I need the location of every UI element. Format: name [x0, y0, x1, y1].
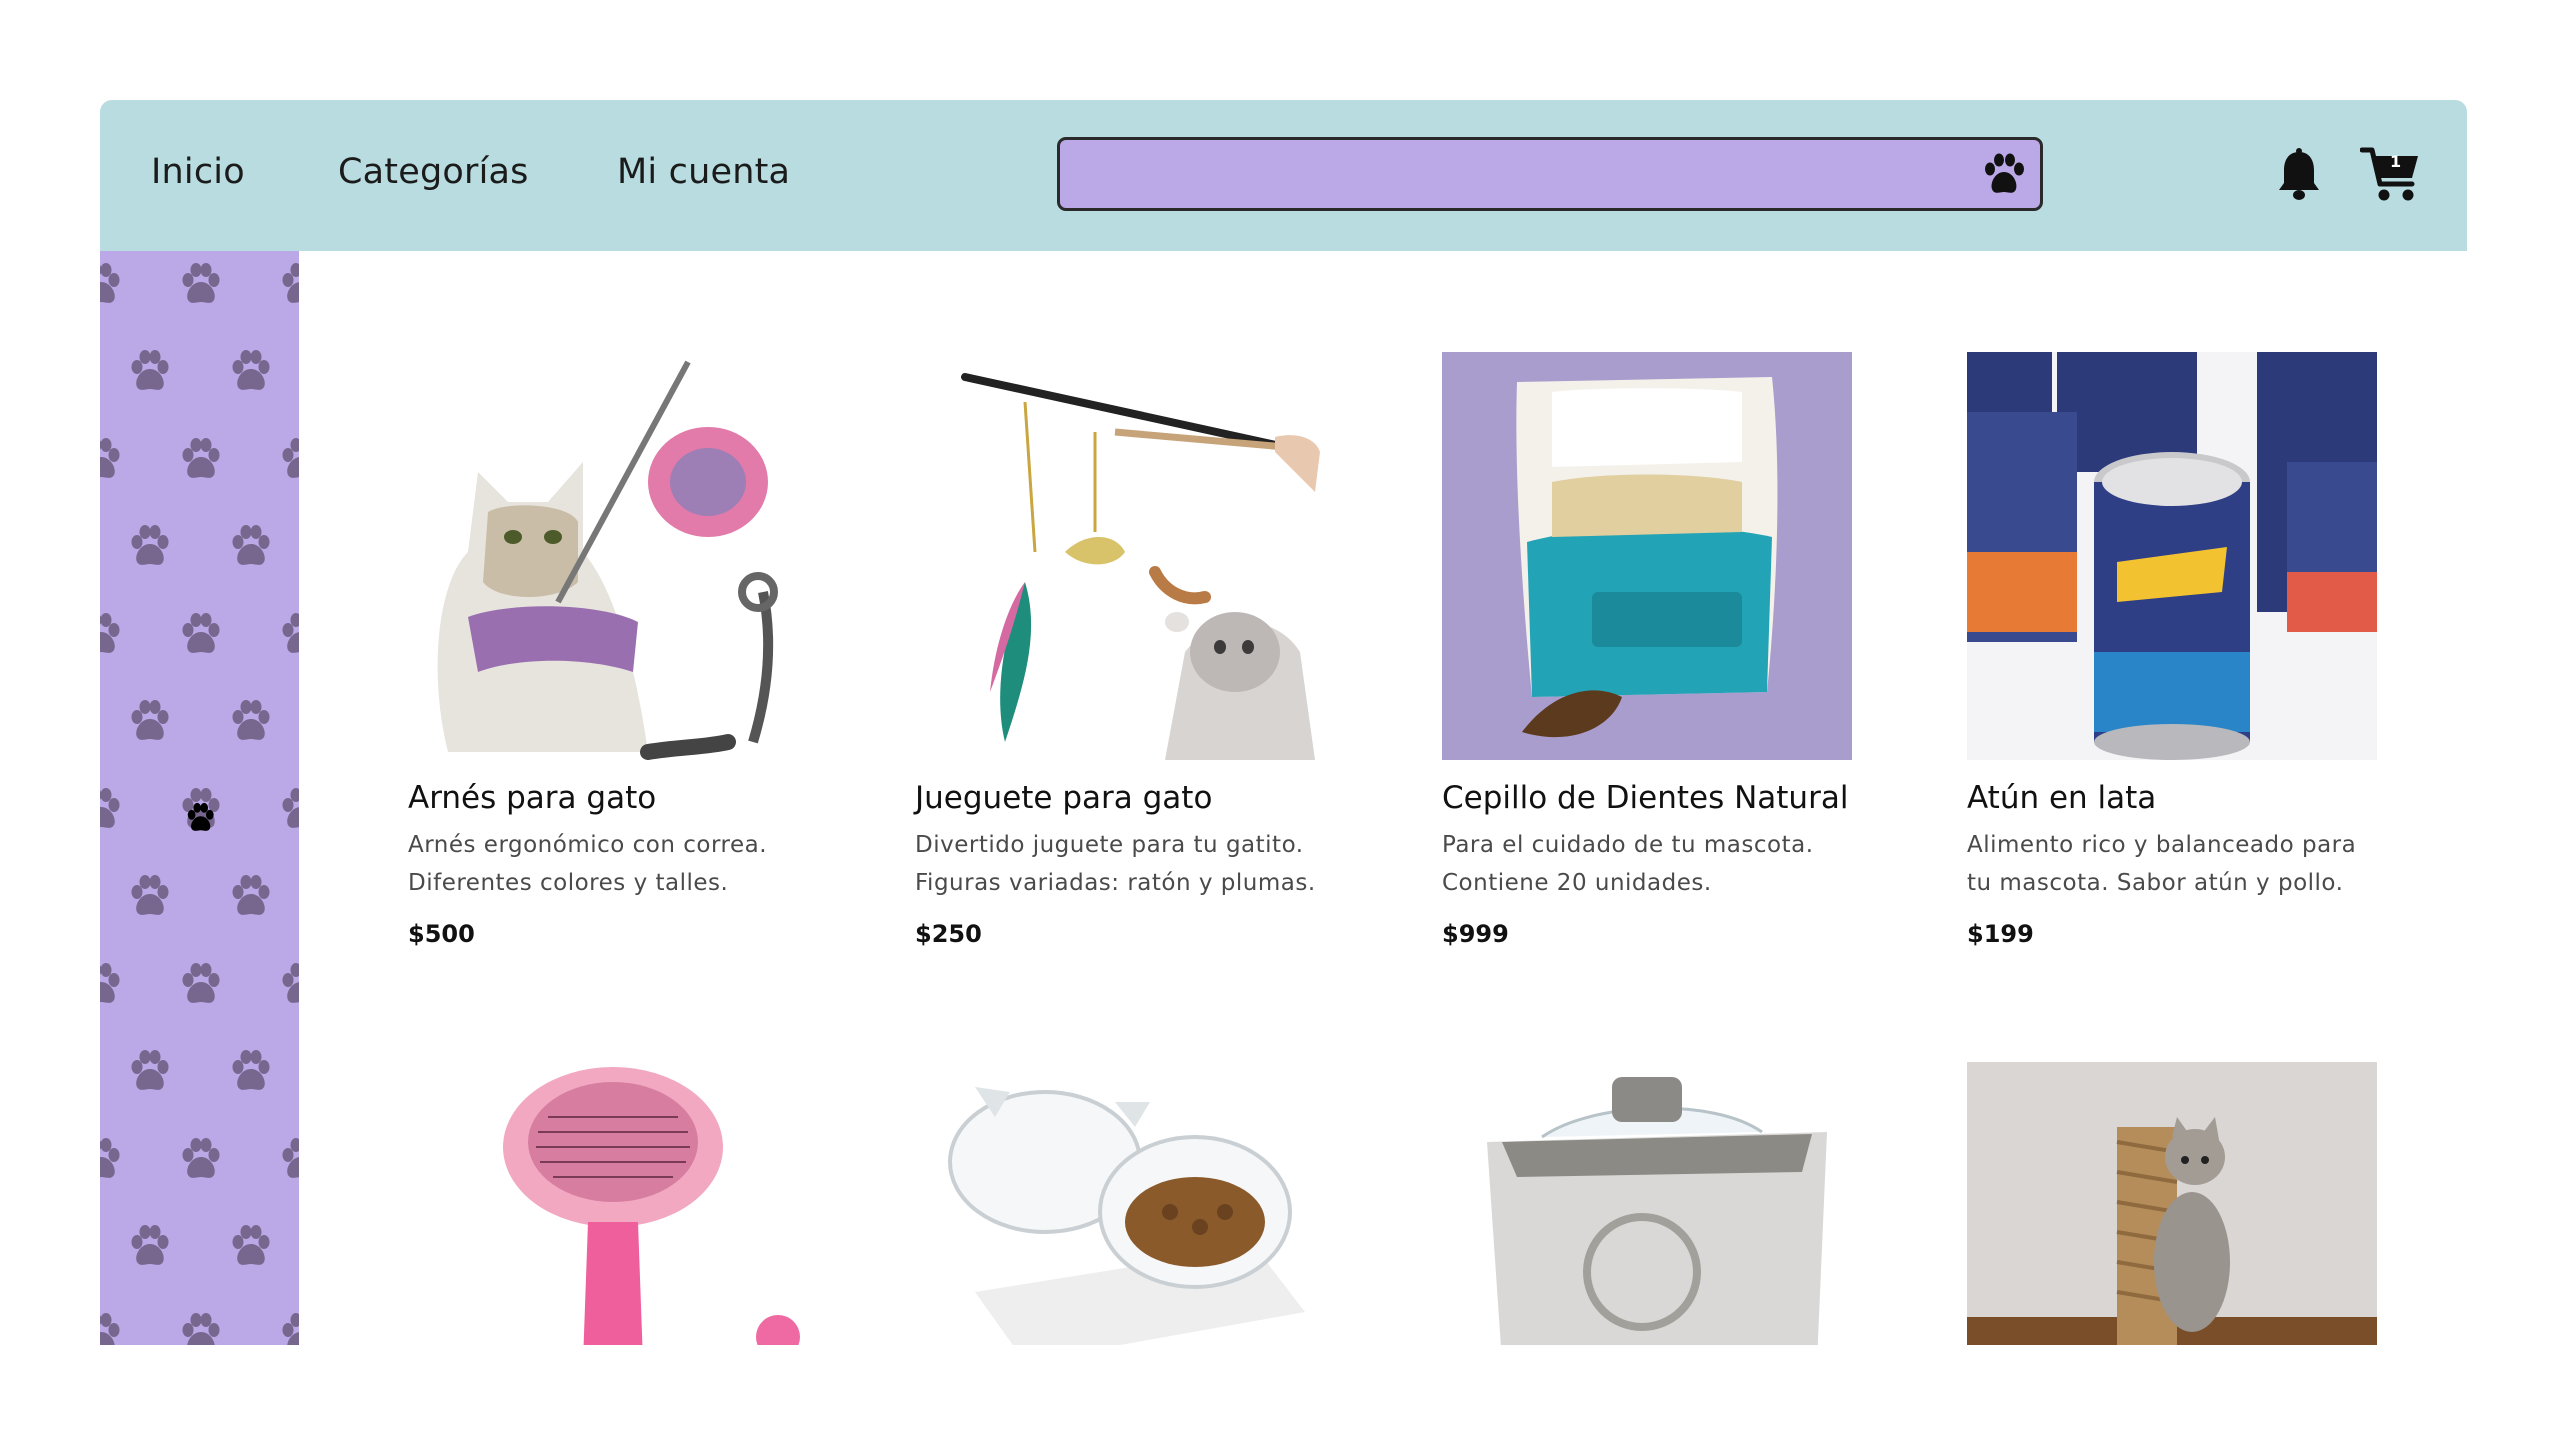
product-price: $500: [408, 920, 475, 948]
product-description: Divertido juguete para tu gatito. Figura…: [915, 832, 1316, 896]
product-title[interactable]: Arnés para gato: [408, 780, 656, 816]
product-title[interactable]: Cepillo de Dientes Natural: [1442, 780, 1848, 816]
nav-link-categorias[interactable]: Categorías: [338, 152, 529, 192]
paw-pattern-icon: [100, 263, 299, 1345]
water-fountain-photo[interactable]: [1442, 1062, 1852, 1345]
cat-wand-toy-photo[interactable]: [915, 352, 1325, 760]
product-description: Arnés ergonómico con correa. Diferentes …: [408, 832, 768, 896]
sidebar-paw-pattern: [100, 251, 299, 1345]
product-price: $999: [1442, 920, 1509, 948]
nav-link-inicio[interactable]: Inicio: [151, 152, 245, 192]
search-bar: [1057, 137, 2043, 211]
bell-icon[interactable]: [2275, 148, 2323, 202]
kitten-scratching-post-photo[interactable]: [1967, 1062, 2377, 1345]
product-description: Para el cuidado de tu mascota. Contiene …: [1442, 832, 1814, 896]
search-input[interactable]: [1078, 150, 1962, 200]
product-description: Alimento rico y balanceado para tu masco…: [1967, 832, 2357, 896]
nav-link-mi-cuenta[interactable]: Mi cuenta: [617, 152, 790, 192]
cat-food-bowls-photo[interactable]: [915, 1062, 1325, 1345]
product-price: $250: [915, 920, 982, 948]
product-price: $199: [1967, 920, 2034, 948]
paw-icon[interactable]: [1980, 152, 2028, 198]
product-title[interactable]: Jueguete para gato: [915, 780, 1212, 816]
dental-treats-bag-photo[interactable]: [1442, 352, 1852, 760]
top-navbar: Inicio Categorías Mi cuenta 1: [100, 100, 2467, 251]
app-window: Inicio Categorías Mi cuenta 1 Arnés para…: [100, 100, 2467, 1345]
cat-harness-photo[interactable]: [408, 352, 818, 760]
product-title[interactable]: Atún en lata: [1967, 780, 2156, 816]
cart-count-badge: 1: [2390, 152, 2402, 171]
tuna-cans-photo[interactable]: [1967, 352, 2377, 760]
pink-grooming-brush-photo[interactable]: [408, 1062, 818, 1345]
